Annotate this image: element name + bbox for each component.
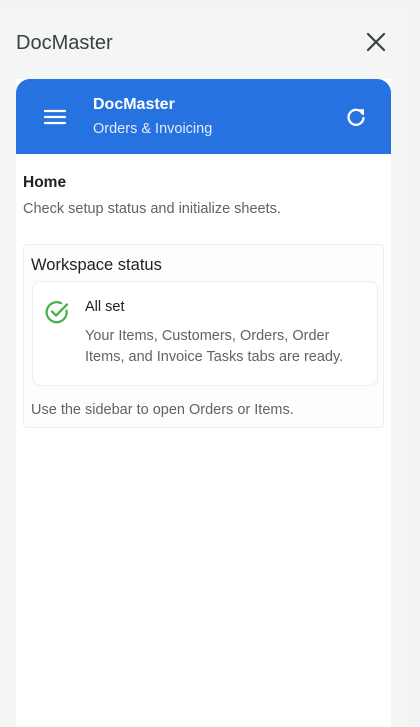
- panel-title: DocMaster: [16, 32, 113, 54]
- hamburger-menu-icon[interactable]: [43, 106, 67, 128]
- status-item: All set Your Items, Customers, Orders, O…: [32, 281, 378, 386]
- refresh-icon[interactable]: [345, 106, 367, 128]
- check-circle-icon: [44, 299, 70, 325]
- status-footer-text: Use the sidebar to open Orders or Items.: [31, 402, 294, 418]
- sidebar-content: DocMaster Orders & Invoicing Home Check …: [16, 79, 391, 727]
- status-item-title: All set: [85, 299, 125, 315]
- sidebar-panel: DocMaster DocMaster Orders & Invoicing H…: [0, 10, 408, 727]
- app-subtitle: Orders & Invoicing: [93, 121, 213, 137]
- page-title: Home: [23, 174, 67, 191]
- panel-header: DocMaster: [16, 10, 396, 76]
- workspace-status-title: Workspace status: [31, 256, 162, 274]
- app-title: DocMaster: [93, 96, 175, 113]
- page-description: Check setup status and initialize sheets…: [23, 201, 281, 217]
- status-item-description: Your Items, Customers, Orders, Order Ite…: [85, 328, 344, 365]
- workspace-status-card: Workspace status All set Your Items, Cus…: [23, 244, 384, 428]
- close-icon[interactable]: [364, 30, 388, 54]
- app-bar: DocMaster Orders & Invoicing: [16, 79, 391, 154]
